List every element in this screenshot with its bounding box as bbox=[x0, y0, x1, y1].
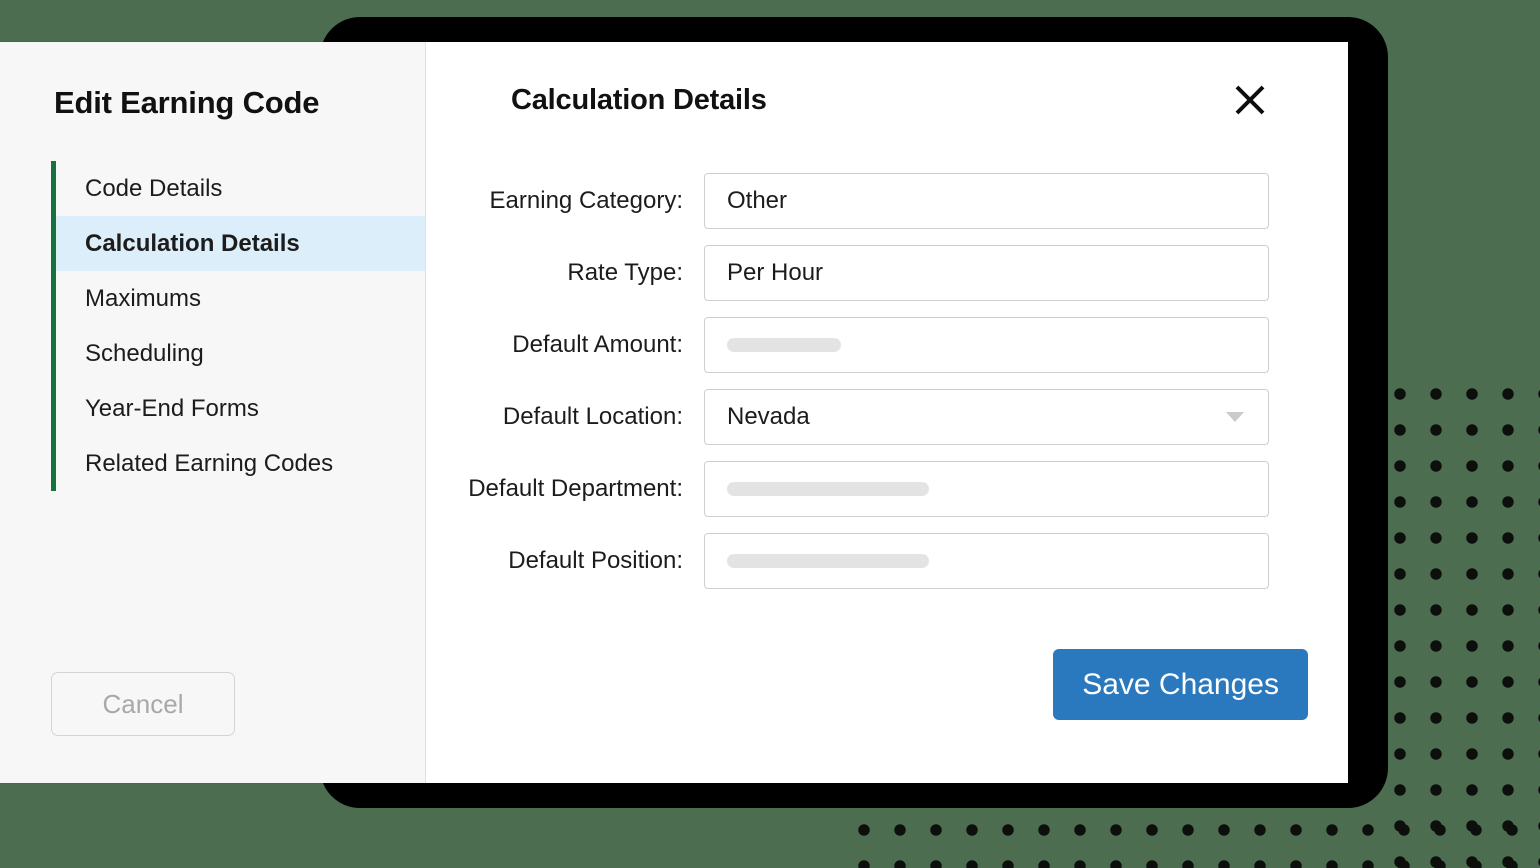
default-position-label: Default Position: bbox=[508, 547, 683, 574]
sidebar-nav: Code Details Calculation Details Maximum… bbox=[0, 161, 425, 491]
close-button[interactable] bbox=[1228, 78, 1272, 122]
earning-category-field[interactable]: Other bbox=[704, 173, 1269, 229]
modal-sidebar: Edit Earning Code Code Details Calculati… bbox=[0, 42, 426, 783]
sidebar-nav-list: Code Details Calculation Details Maximum… bbox=[51, 161, 425, 491]
cancel-button[interactable]: Cancel bbox=[51, 672, 235, 736]
form-row-default-position: Default Position: bbox=[426, 533, 1272, 589]
save-changes-button[interactable]: Save Changes bbox=[1053, 649, 1308, 720]
form-row-earning-category: Earning Category: Other bbox=[426, 173, 1272, 229]
calculation-details-form: Earning Category: Other Rate Type: Per H… bbox=[426, 173, 1348, 589]
earning-category-value: Other bbox=[727, 187, 788, 214]
sidebar-item-code-details[interactable]: Code Details bbox=[51, 161, 425, 216]
default-amount-field[interactable] bbox=[704, 317, 1269, 373]
sidebar-item-scheduling[interactable]: Scheduling bbox=[51, 326, 425, 381]
sidebar-item-label: Maximums bbox=[85, 284, 202, 312]
main-header: Calculation Details bbox=[426, 42, 1348, 122]
chevron-down-icon bbox=[1226, 412, 1244, 422]
default-position-field[interactable] bbox=[704, 533, 1269, 589]
default-location-select[interactable]: Nevada bbox=[704, 389, 1269, 445]
rate-type-value: Per Hour bbox=[727, 259, 824, 286]
edit-earning-code-modal: Edit Earning Code Code Details Calculati… bbox=[0, 42, 1348, 783]
form-row-default-department: Default Department: bbox=[426, 461, 1272, 517]
rate-type-field[interactable]: Per Hour bbox=[704, 245, 1269, 301]
sidebar-item-maximums[interactable]: Maximums bbox=[51, 271, 425, 326]
sidebar-item-label: Scheduling bbox=[85, 339, 204, 367]
default-department-placeholder-bar bbox=[727, 482, 929, 496]
sidebar-item-label: Year-End Forms bbox=[85, 394, 259, 422]
earning-category-label: Earning Category: bbox=[489, 187, 683, 214]
sidebar-item-label: Related Earning Codes bbox=[85, 449, 334, 477]
default-amount-label: Default Amount: bbox=[512, 331, 683, 358]
page-title: Edit Earning Code bbox=[54, 85, 320, 120]
close-icon bbox=[1235, 85, 1265, 115]
default-department-field[interactable] bbox=[704, 461, 1269, 517]
form-row-default-location: Default Location: Nevada bbox=[426, 389, 1272, 445]
default-position-placeholder-bar bbox=[727, 554, 929, 568]
sidebar-accent-bar bbox=[51, 161, 56, 491]
sidebar-item-label: Calculation Details bbox=[85, 229, 300, 257]
form-row-rate-type: Rate Type: Per Hour bbox=[426, 245, 1272, 301]
section-title: Calculation Details bbox=[511, 84, 767, 116]
form-row-default-amount: Default Amount: bbox=[426, 317, 1272, 373]
sidebar-item-label: Code Details bbox=[85, 174, 223, 202]
sidebar-item-related-earning-codes[interactable]: Related Earning Codes bbox=[51, 436, 425, 491]
default-department-label: Default Department: bbox=[468, 475, 683, 502]
default-location-value: Nevada bbox=[727, 403, 810, 430]
decorative-dot-pattern-right bbox=[1382, 376, 1540, 868]
default-location-label: Default Location: bbox=[502, 403, 683, 430]
main-actions: Save Changes bbox=[426, 605, 1348, 720]
modal-main-panel: Calculation Details Earning Category: Ot… bbox=[426, 42, 1348, 783]
sidebar-footer: Cancel bbox=[0, 672, 425, 783]
rate-type-label: Rate Type: bbox=[567, 259, 683, 286]
sidebar-item-calculation-details[interactable]: Calculation Details bbox=[51, 216, 425, 271]
decorative-dot-pattern-bottom bbox=[840, 812, 1540, 868]
sidebar-item-year-end-forms[interactable]: Year-End Forms bbox=[51, 381, 425, 436]
default-amount-placeholder-bar bbox=[727, 338, 841, 352]
